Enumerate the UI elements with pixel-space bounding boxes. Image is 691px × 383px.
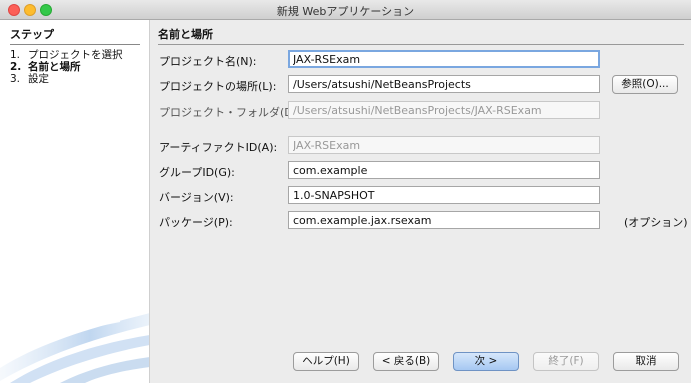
finish-button: 終了(F) xyxy=(533,352,599,371)
title-bar: 新規 Webアプリケーション xyxy=(0,0,691,20)
panel-title: 名前と場所 xyxy=(158,26,684,45)
package-label: パッケージ(P): xyxy=(159,216,233,229)
help-button[interactable]: ヘルプ(H) xyxy=(293,352,359,371)
group-id-label: グループID(G): xyxy=(159,166,235,179)
version-label: バージョン(V): xyxy=(159,191,234,204)
step-label: 設定 xyxy=(28,73,49,85)
window-title: 新規 Webアプリケーション xyxy=(276,5,415,18)
package-optional-hint: (オプション) xyxy=(624,216,688,229)
back-button[interactable]: < 戻る(B) xyxy=(373,352,439,371)
version-field[interactable] xyxy=(288,186,600,204)
sidebar-decoration-graphic xyxy=(0,313,149,383)
steps-heading: ステップ xyxy=(10,26,140,45)
artifact-id-field xyxy=(288,136,600,154)
package-field[interactable] xyxy=(288,211,600,229)
wizard-window: 新規 Webアプリケーション ステップ 1. プロジェクトを選択 2. 名前と場所 … xyxy=(0,0,691,383)
artifact-id-label: アーティファクトID(A): xyxy=(159,141,278,154)
project-name-field[interactable] xyxy=(288,50,600,68)
project-folder-field xyxy=(288,101,600,119)
cancel-button[interactable]: 取消 xyxy=(613,352,679,371)
project-location-field[interactable] xyxy=(288,75,600,93)
step-number: 3. xyxy=(10,73,21,85)
name-location-panel: 名前と場所 プロジェクト名(N): プロジェクトの場所(L): 参照(O)...… xyxy=(150,20,691,383)
project-name-label: プロジェクト名(N): xyxy=(159,55,257,68)
step-item-settings: 3. 設定 xyxy=(10,71,49,86)
steps-sidebar: ステップ 1. プロジェクトを選択 2. 名前と場所 3. 設定 xyxy=(0,20,150,383)
project-location-label: プロジェクトの場所(L): xyxy=(159,80,277,93)
browse-button[interactable]: 参照(O)... xyxy=(612,75,678,94)
group-id-field[interactable] xyxy=(288,161,600,179)
next-button[interactable]: 次 > xyxy=(453,352,519,371)
project-folder-label: プロジェクト・フォルダ(D): xyxy=(159,106,301,119)
